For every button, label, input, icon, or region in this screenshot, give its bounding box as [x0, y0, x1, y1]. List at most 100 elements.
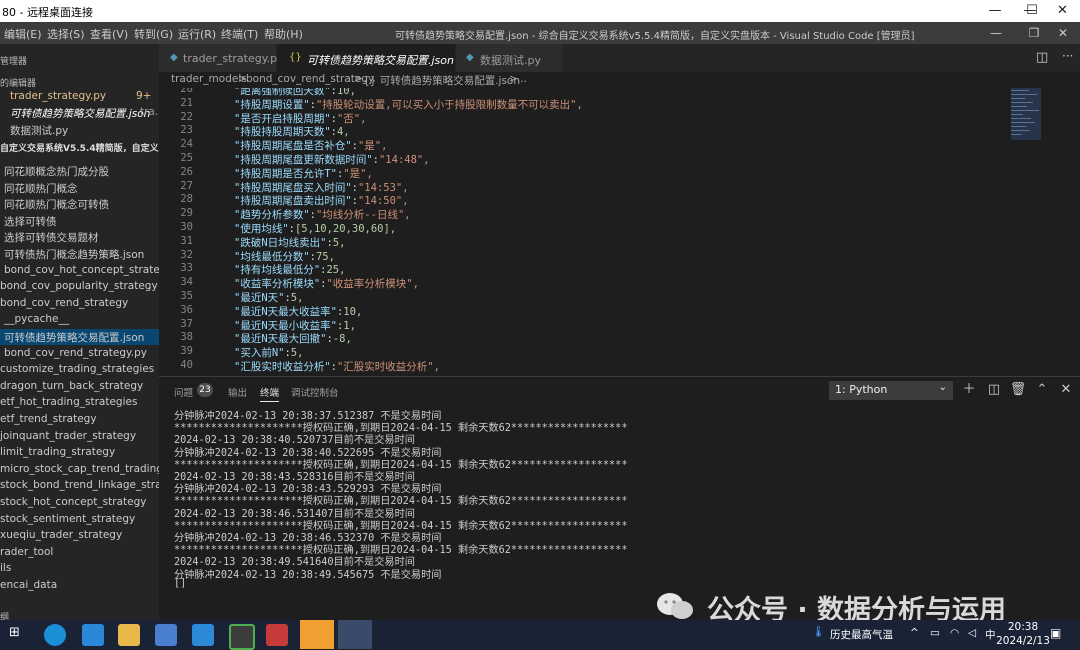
line-number: 24	[180, 138, 193, 151]
explorer-item[interactable]: stock_bond_trend_linkage_strategy	[0, 478, 159, 494]
menu-edit[interactable]: 编辑(E)	[4, 26, 42, 42]
tab-problems[interactable]: 问题	[174, 385, 193, 399]
explorer-item-label: dragon_turn_back_strategy	[0, 379, 144, 392]
plus-icon[interactable]: ＋	[960, 381, 978, 399]
terminal-app-icon[interactable]	[229, 624, 255, 650]
explorer-item[interactable]: bond_cov_popularity_strategy	[0, 279, 159, 295]
outline-header[interactable]: 纲	[0, 610, 9, 620]
app-icon[interactable]	[266, 624, 288, 646]
mail-icon[interactable]	[82, 624, 104, 646]
line-number: 21	[180, 96, 193, 109]
code-line: "持股周期设置":"持股轮动设置,可以买入小于持股限制数量不可以卖出",	[234, 98, 583, 111]
explorer-item[interactable]: 同花顺热门概念可转债	[0, 196, 159, 212]
tab-terminal[interactable]: 终端	[260, 385, 280, 402]
menu-selection[interactable]: 选择(S)	[47, 26, 85, 42]
explorer-item[interactable]: 可转债热门概念趋势策略.json	[0, 246, 159, 262]
explorer-item[interactable]: etf_hot_trading_strategies	[0, 395, 159, 411]
remote-desktop-taskbar-icon[interactable]	[338, 620, 372, 649]
chevron-up-icon[interactable]: ⌃	[1033, 381, 1051, 399]
line-number: 37	[180, 317, 193, 330]
explorer-item[interactable]: micro_stock_cap_trend_trading	[0, 462, 159, 478]
split-editor-icon[interactable]: ◫	[1036, 50, 1048, 65]
code-line: "持股周期尾盘更新数据时间":"14:48",	[234, 154, 430, 166]
explorer-item[interactable]: stock_sentiment_strategy	[0, 512, 159, 528]
rdp-close-button[interactable]: ✕	[1045, 0, 1080, 22]
explorer-item-label: bond_cov_hot_concept_strategy.py	[4, 263, 159, 276]
more-actions-icon[interactable]: ···	[1062, 49, 1073, 63]
explorer-item[interactable]: ils	[0, 561, 159, 577]
line-number: 28	[180, 193, 193, 206]
wifi-icon[interactable]: ◠	[950, 627, 959, 639]
weather-text[interactable]: 历史最高气温	[830, 627, 893, 642]
line-number: 20	[180, 88, 193, 95]
trash-icon[interactable]: 🗑	[1009, 381, 1027, 399]
terminal-select[interactable]: 1: Python ⌄	[829, 381, 953, 400]
minimap-preview	[1011, 88, 1041, 140]
explorer-item[interactable]: encai_data	[0, 578, 159, 594]
explorer-item[interactable]: 同花顺热门概念	[0, 180, 159, 196]
breadcrumb-file[interactable]: {} 可转债趋势策略交易配置.json	[363, 73, 520, 88]
vscode-minimize-button[interactable]: —	[977, 22, 1015, 44]
workspace-header[interactable]: 自定义交易系统V5.5.4精简版，自定义实...	[0, 141, 159, 154]
explorer-item[interactable]: bond_cov_rend_strategy.py	[0, 346, 159, 362]
menu-run[interactable]: 运行(R)	[178, 26, 216, 42]
explorer-item[interactable]: bond_cov_hot_concept_strategy.py	[0, 263, 159, 279]
minimap[interactable]	[1008, 88, 1080, 376]
network-icon[interactable]: ▭	[930, 627, 940, 639]
menu-help[interactable]: 帮助(H)	[264, 26, 303, 42]
tab-json-config[interactable]: {} 可转债趋势策略交易配置.json	[277, 44, 456, 72]
breadcrumb-folder[interactable]: trader_models	[171, 73, 247, 85]
wechat-taskbar-icon[interactable]	[300, 620, 334, 649]
open-editors-header[interactable]: 的编辑器	[0, 76, 36, 89]
open-editor-item[interactable]: 可转债趋势策略交易配置.json tra...	[0, 106, 159, 122]
breadcrumb-more[interactable]: ...	[517, 73, 527, 85]
explorer-item[interactable]: xueqiu_trader_strategy	[0, 528, 159, 544]
explorer-item[interactable]: 选择可转债交易题材	[0, 229, 159, 245]
explorer-item-label: customize_trading_strategies	[0, 363, 155, 376]
explorer-item[interactable]: 可转债趋势策略交易配置.json	[0, 329, 159, 345]
tray-chevron-icon[interactable]: ^	[910, 627, 919, 639]
explorer-item[interactable]: stock_hot_concept_strategy	[0, 495, 159, 511]
edge-icon[interactable]	[44, 624, 66, 646]
editor-tabbar: ◆ trader_strategy.py {} 可转债趋势策略交易配置.json…	[159, 44, 1080, 72]
close-icon[interactable]: ✕	[1057, 381, 1075, 399]
clock-date[interactable]: 2024/2/13	[990, 635, 1056, 647]
volume-icon[interactable]: ◁	[968, 627, 976, 639]
menu-go[interactable]: 转到(G)	[134, 26, 173, 42]
explorer-item[interactable]: rader_tool	[0, 545, 159, 561]
task-view-icon[interactable]: ⊞	[9, 625, 20, 640]
code-line: "买入前N":5,	[234, 347, 304, 360]
file-explorer-icon[interactable]	[118, 624, 140, 646]
open-editor-item[interactable]: 数据测试.py	[0, 123, 159, 139]
notification-icon[interactable]: ▣	[1050, 626, 1061, 640]
clock-time[interactable]: 20:38	[1002, 621, 1044, 633]
explorer-item[interactable]: 同花顺概念热门成分股	[0, 163, 159, 179]
vscode-close-button[interactable]: ✕	[1046, 22, 1080, 44]
explorer-item-label: encai_data	[0, 579, 58, 591]
explorer-item[interactable]: __pycache__	[0, 312, 159, 328]
store-icon[interactable]	[155, 624, 177, 646]
menu-terminal[interactable]: 终端(T)	[221, 26, 258, 42]
explorer-item[interactable]: bond_cov_rend_strategy	[0, 296, 159, 312]
explorer-item[interactable]: etf_trend_strategy	[0, 412, 159, 428]
code-line: "使用均线":[5,10,20,30,60],	[234, 223, 397, 235]
code-line: "汇股实时收益分析":"汇股实时收益分析",	[234, 361, 440, 373]
bottom-panel: 问题 23 输出 终端 调试控制台 1: Python ⌄ ＋ ◫ 🗑 ⌃ ✕ …	[159, 376, 1080, 621]
split-icon[interactable]: ◫	[985, 381, 1003, 399]
code-editor[interactable]: 20 "距离强制赎回天数":10, 21 "持股周期设置":"持股轮动设置,可以买入小…	[159, 88, 1009, 376]
explorer-item[interactable]: 选择可转债	[0, 213, 159, 229]
explorer-item[interactable]: dragon_turn_back_strategy	[0, 379, 159, 395]
menu-view[interactable]: 查看(V)	[90, 26, 128, 42]
tab-data-test[interactable]: ◆ 数据测试.py	[456, 44, 563, 72]
tab-trader-strategy[interactable]: ◆ trader_strategy.py	[159, 44, 284, 72]
explorer-item[interactable]: customize_trading_strategies	[0, 362, 159, 378]
rdp-minimize-button[interactable]: —	[975, 0, 1015, 22]
tab-output[interactable]: 输出	[228, 385, 247, 399]
explorer-item[interactable]: joinquant_trader_strategy	[0, 429, 159, 445]
tab-debug-console[interactable]: 调试控制台	[291, 385, 339, 399]
explorer-item[interactable]: limit_trading_strategy	[0, 445, 159, 461]
explorer-item-label: stock_sentiment_strategy	[0, 512, 136, 525]
vscode-icon[interactable]	[192, 624, 214, 646]
line-number: 31	[180, 234, 193, 247]
open-editor-item[interactable]: trader_strategy.py 9+	[0, 90, 159, 106]
